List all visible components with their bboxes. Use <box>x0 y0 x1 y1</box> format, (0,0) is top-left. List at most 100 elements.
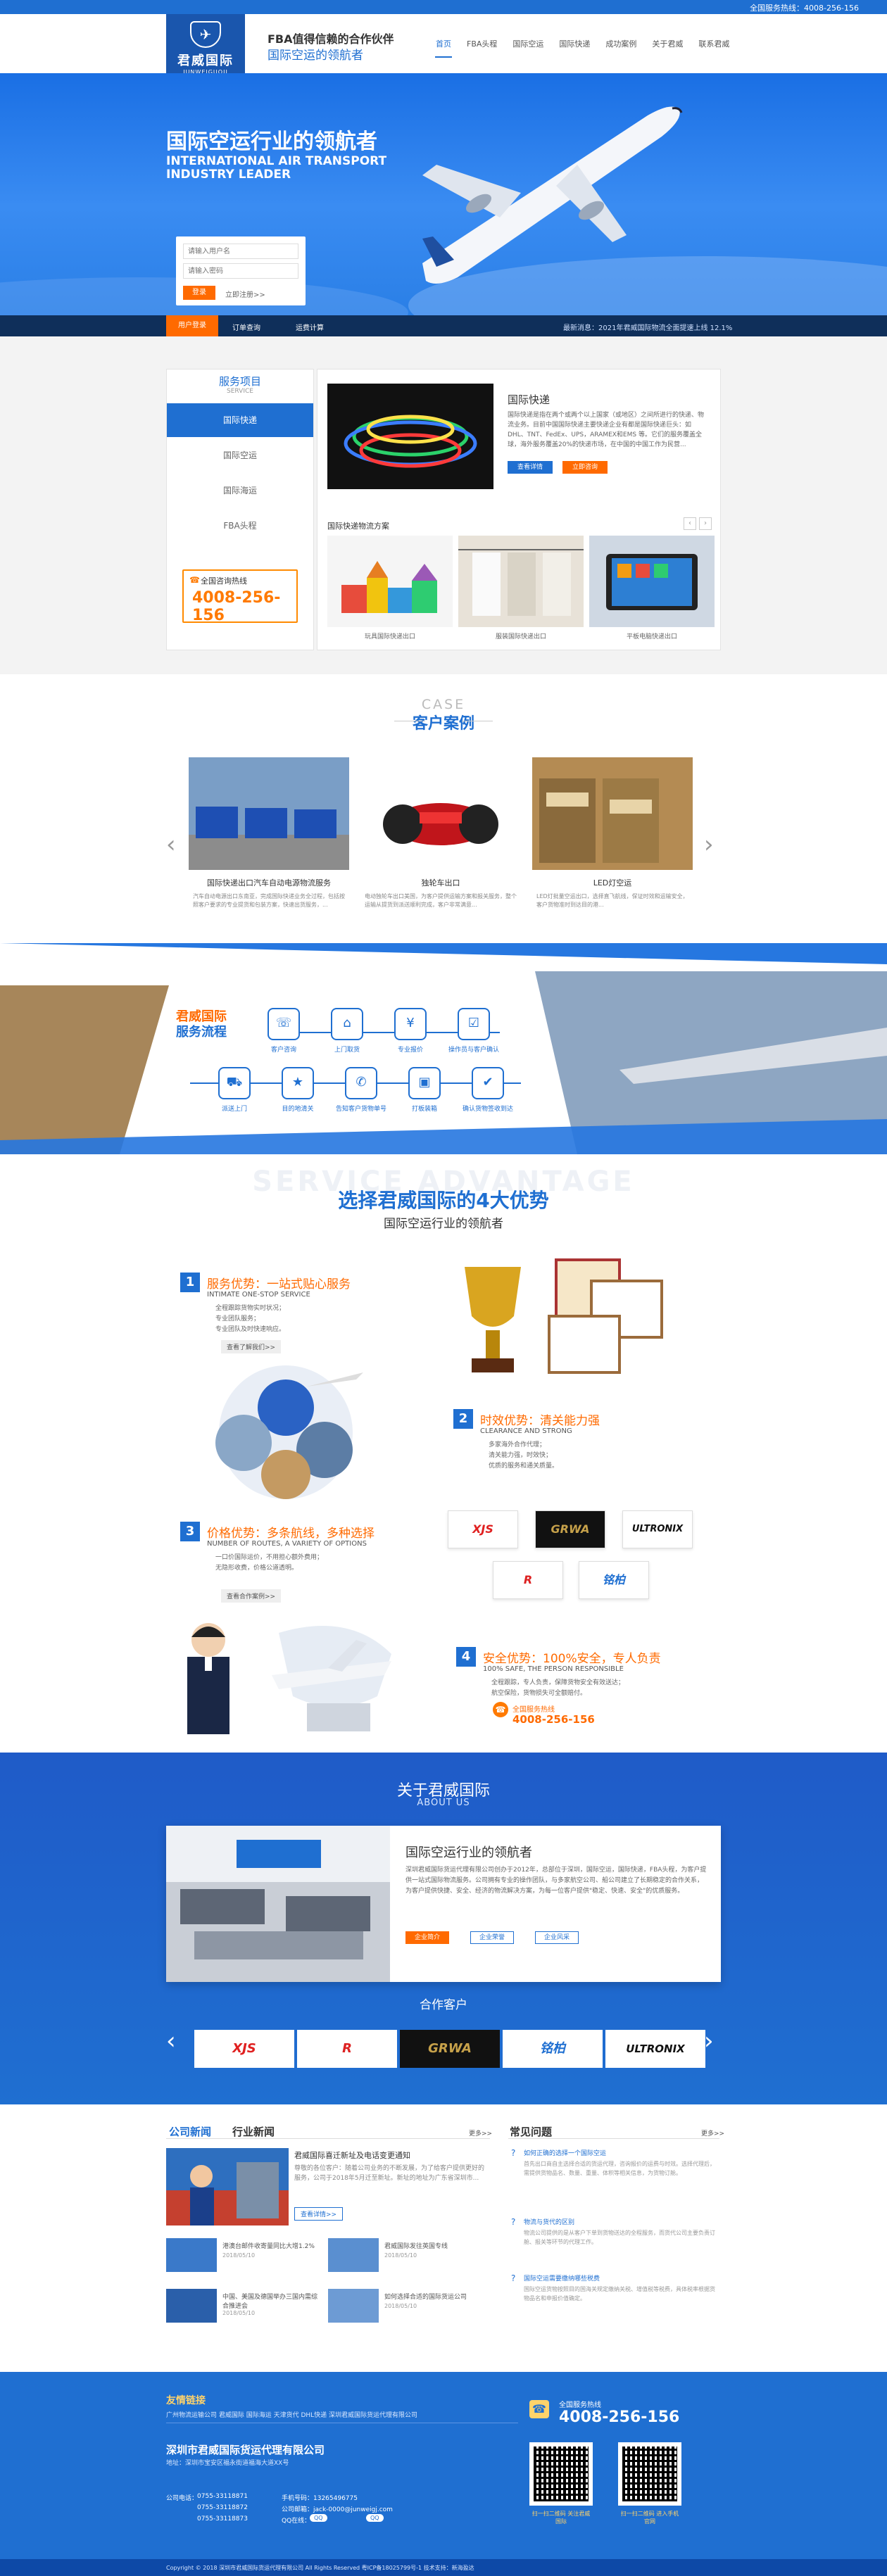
nav-about[interactable]: 关于君威 <box>644 34 691 55</box>
news-item-date: 2018/05/10 <box>222 2252 256 2259</box>
nav-home[interactable]: 首页 <box>428 34 459 58</box>
solution-thumb[interactable]: 平板电脑快递出口 <box>589 536 715 640</box>
news-item-date: 2018/05/10 <box>222 2310 256 2316</box>
adv-number: 4 <box>456 1647 476 1667</box>
adv-line: 一口价国际运价，不用担心额外费用； <box>215 1554 324 1561</box>
hotline-label: 全国咨询热线 <box>201 576 247 586</box>
company-style-button[interactable]: 企业风采 <box>535 1931 579 1944</box>
tab-air[interactable]: 国际空运 <box>167 438 313 472</box>
adv-line: 专业团队及时快速响应。 <box>215 1326 286 1333</box>
nav-cases[interactable]: 成功案例 <box>598 34 644 55</box>
partner-logo[interactable]: R <box>297 2030 397 2068</box>
partner-logo[interactable]: 铭柏 <box>503 2030 603 2068</box>
freight-calc-tab[interactable]: 运费计算 <box>296 322 324 332</box>
warehouse-image <box>532 757 693 870</box>
order-query-tab[interactable]: 订单查询 <box>232 322 260 332</box>
news-item-title[interactable]: 中国、美国及德国举办三国内需综合推进会 <box>222 2292 321 2310</box>
tab-industry-news[interactable]: 行业新闻 <box>232 2124 275 2139</box>
view-cases-button[interactable]: 查看合作案例>> <box>221 1589 282 1603</box>
logo[interactable]: ✈ 君威国际 JUNWEIGUOJI <box>166 14 245 75</box>
register-link[interactable]: 立即注册>> <box>225 289 265 299</box>
partners-prev-arrow-icon[interactable]: ‹ <box>166 2027 176 2055</box>
email-text[interactable]: 公司邮箱：jack-0000@junweigj.com <box>282 2504 393 2513</box>
phone-label: 公司电话： <box>166 2495 199 2502</box>
cases-next-arrow-icon[interactable]: › <box>704 831 714 859</box>
top-bar: 全国服务热线：4008-256-156 <box>0 0 887 14</box>
slogan-line1: FBA值得信赖的合作伙伴 <box>268 32 394 46</box>
nav-fba[interactable]: FBA头程 <box>459 34 505 55</box>
adv-number: 1 <box>180 1273 200 1292</box>
news-item-title[interactable]: 如何选择合适的国际货运公司 <box>384 2292 467 2301</box>
step-label: 确认货物签收到达 <box>462 1106 513 1113</box>
qq-chat-button[interactable]: QQ <box>366 2514 384 2522</box>
tab-express[interactable]: 国际快递 <box>167 403 313 437</box>
news-item-title[interactable]: 君威国际发往英国专线 <box>384 2241 448 2250</box>
brand-grwa: GRWA <box>535 1510 605 1548</box>
adv-en: NUMBER OF ROUTES, A VARIETY OF OPTIONS <box>207 1540 367 1548</box>
nav-express[interactable]: 国际快递 <box>551 34 598 55</box>
packing-icon: ▣ <box>408 1067 441 1099</box>
feature-title: 国际快递 <box>508 393 551 406</box>
about-text: 深圳君威国际货运代理有限公司创办于2012年，总部位于深圳，国际空运，国际快递，… <box>405 1867 707 1895</box>
trucks-image <box>189 757 349 870</box>
company-honor-button[interactable]: 企业荣誉 <box>470 1931 514 1944</box>
tab-sea[interactable]: 国际海运 <box>167 474 313 507</box>
case-card[interactable]: 独轮车出口 电动独轮车出口美国，为客户提供运输方案和报关服务，整个运输从提货到派… <box>360 757 521 908</box>
adv-title: 价格优势：多条航线，多种选择 <box>207 1527 375 1541</box>
adv-line: 清关能力强，时效快； <box>489 1452 553 1459</box>
faq-question[interactable]: 物流与货代的区别 <box>524 2217 574 2226</box>
news-item-title[interactable]: 港澳台邮件收寄量同比大增1.2% <box>222 2241 315 2250</box>
adv-line: 航空保险，货物损失可全额赔付。 <box>491 1690 587 1697</box>
friend-links[interactable]: 广州物流运输公司 君威国际 国际海运 天津货代 DHL快递 深圳君威国际货运代理… <box>166 2410 417 2419</box>
next-arrow-icon[interactable]: › <box>699 517 712 530</box>
company-profile-button[interactable]: 企业简介 <box>405 1931 449 1944</box>
prev-arrow-icon[interactable]: ‹ <box>684 517 696 530</box>
partner-logo[interactable]: GRWA <box>400 2030 500 2068</box>
nav-contact[interactable]: 联系君威 <box>691 34 737 55</box>
brand-r: R <box>493 1561 563 1599</box>
services-title-en: SERVICE <box>227 388 253 395</box>
adv-title: 时效优势：清关能力强 <box>480 1414 600 1428</box>
solution-thumb[interactable]: 玩具国际快递出口 <box>327 536 453 640</box>
mobile-text: 手机号码：13265496775 <box>282 2495 358 2502</box>
hotline-text: 全国服务热线：4008-256-156 <box>750 4 859 13</box>
faq-question[interactable]: 国际空运需要缴纳哪些税费 <box>524 2273 600 2283</box>
adv-en: INTIMATE ONE-STOP SERVICE <box>207 1291 310 1299</box>
qq-chat-button[interactable]: QQ <box>310 2514 327 2522</box>
phone-number: 0755-33118873 <box>197 2515 248 2523</box>
pickup-icon: ⌂ <box>331 1008 363 1040</box>
news-lead-title[interactable]: 君威国际喜迁新址及电话变更通知 <box>294 2149 410 2161</box>
footer-hotline: 4008-256-156 <box>559 2408 680 2426</box>
airplane-image <box>422 106 683 284</box>
qr-caption: 扫一扫二维码 关注君威国际 <box>531 2511 591 2525</box>
adv-line: 多家海外合作代理； <box>489 1441 546 1448</box>
case-card[interactable]: LED灯空运 LED灯批量空运出口，选择直飞航线，保证时效和运输安全，客户货物准… <box>532 757 693 908</box>
partner-logo[interactable]: ULTRONIX <box>605 2030 705 2068</box>
nav-air[interactable]: 国际空运 <box>505 34 551 55</box>
learn-more-button[interactable]: 查看了解我们>> <box>221 1340 282 1353</box>
faq-question[interactable]: 如何正确的选择一个国际空运 <box>524 2148 606 2157</box>
faq-more-link[interactable]: 更多>> <box>701 2128 724 2138</box>
username-input[interactable] <box>183 244 298 259</box>
login-button[interactable]: 登录 <box>183 286 215 300</box>
tab-company-news[interactable]: 公司新闻 <box>169 2124 211 2139</box>
phone-icon: ☎ <box>189 575 200 585</box>
news-lead-button[interactable]: 查看详情>> <box>294 2207 344 2221</box>
toy-blocks-image <box>327 536 453 627</box>
news-thumb-image <box>166 2238 217 2272</box>
solution-thumb[interactable]: 服装国际快递出口 <box>458 536 584 640</box>
partners-next-arrow-icon[interactable]: › <box>704 2027 714 2055</box>
led-strip-image <box>327 384 493 489</box>
services-sidebar: 服务项目 SERVICE 国际快递 国际空运 国际海运 FBA头程 ☎ 全国咨询… <box>166 369 314 650</box>
office-image <box>166 1826 390 1982</box>
announcement-text[interactable]: 最新消息：2021年君威国际物流全面提速上线 12.1% <box>563 322 732 332</box>
tab-fba[interactable]: FBA头程 <box>167 509 313 543</box>
news-more-link[interactable]: 更多>> <box>469 2128 492 2138</box>
cases-prev-arrow-icon[interactable]: ‹ <box>166 831 176 859</box>
user-login-tab[interactable]: 用户登录 <box>166 315 218 336</box>
consult-button[interactable]: 立即咨询 <box>562 461 608 474</box>
case-card[interactable]: 国际快递出口汽车自动电源物流服务 汽车自动电源出口东南亚，完成国际快递业务全过程… <box>189 757 349 908</box>
partner-logo[interactable]: XJS <box>194 2030 294 2068</box>
view-details-button[interactable]: 查看详情 <box>508 461 553 474</box>
password-input[interactable] <box>183 263 298 279</box>
